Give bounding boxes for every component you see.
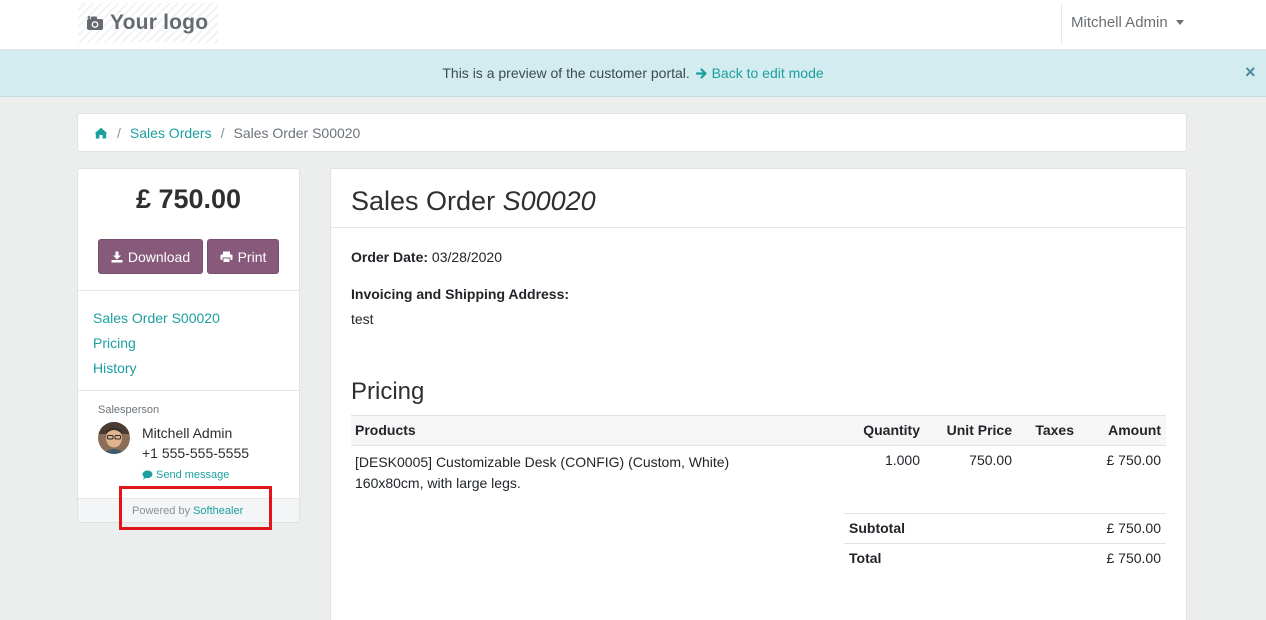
total-label: Total [849, 550, 882, 566]
avatar [98, 422, 130, 454]
logo[interactable]: Your logo [78, 3, 218, 43]
back-to-edit-label: Back to edit mode [711, 65, 824, 81]
logo-text: Your logo [110, 11, 209, 34]
send-message-label: Send message [156, 469, 230, 481]
breadcrumb-current: Sales Order S00020 [233, 124, 361, 141]
subtotal-value: £ 750.00 [1106, 520, 1162, 536]
download-label: Download [127, 248, 191, 265]
salesperson-phone: +1 555-555-5555 [142, 445, 250, 461]
divider [78, 290, 299, 291]
send-message-link[interactable]: Send message [142, 469, 229, 481]
table-of-contents: Sales Order S00020 Pricing History [93, 306, 220, 381]
order-detail-card: Sales Order S00020 Order Date: 03/28/202… [330, 168, 1187, 620]
download-icon [111, 251, 123, 262]
column-header-taxes: Taxes [1035, 422, 1074, 438]
line-quantity: 1.000 [884, 452, 920, 468]
line-amount: £ 750.00 [1106, 452, 1162, 468]
breadcrumb-separator: / [117, 124, 121, 141]
print-button[interactable]: Print [207, 239, 279, 274]
print-icon [220, 251, 233, 263]
page-title: Sales Order S00020 [351, 186, 596, 217]
toc-link-history[interactable]: History [93, 356, 220, 381]
line-unit-price: 750.00 [969, 452, 1012, 468]
divider [78, 390, 299, 391]
line-product: [DESK0005] Customizable Desk (CONFIG) (C… [355, 454, 730, 491]
order-number: S00020 [502, 186, 596, 216]
address-value: test [351, 311, 374, 327]
user-name: Mitchell Admin [1071, 14, 1168, 31]
column-header-quantity: Quantity [863, 422, 920, 438]
breadcrumb-sales-orders[interactable]: Sales Orders [130, 125, 212, 141]
address-label-text: Invoicing and Shipping Address: [351, 286, 570, 302]
comment-icon [142, 470, 153, 480]
subtotal-label: Subtotal [849, 520, 905, 536]
column-header-amount: Amount [1108, 422, 1161, 438]
salesperson-name: Mitchell Admin [142, 425, 233, 441]
divider [844, 543, 1166, 544]
pricing-heading: Pricing [351, 378, 425, 405]
address-label: Invoicing and Shipping Address: [351, 286, 569, 302]
column-header-products: Products [355, 422, 416, 438]
title-prefix: Sales Order [351, 186, 496, 216]
print-label: Print [237, 248, 267, 265]
table-header: Products Quantity Unit Price Taxes Amoun… [351, 415, 1166, 446]
order-date: Order Date: 03/28/2020 [351, 249, 502, 265]
total-value: £ 750.00 [1106, 550, 1162, 566]
order-date-value: 03/28/2020 [431, 249, 502, 265]
navbar-divider [1061, 4, 1062, 44]
toc-link-pricing[interactable]: Pricing [93, 331, 220, 356]
caret-down-icon [1175, 20, 1184, 25]
home-icon[interactable] [94, 127, 108, 139]
user-menu-dropdown[interactable]: Mitchell Admin [1071, 14, 1184, 31]
powered-by-footer: Powered by Softhealer [78, 498, 299, 522]
arrow-right-icon [695, 68, 707, 79]
download-button[interactable]: Download [98, 239, 203, 274]
order-date-label: Order Date: [351, 249, 429, 265]
card-header: Sales Order S00020 [331, 169, 1186, 228]
powered-by-label: Powered by [132, 504, 191, 517]
salesperson-label: Salesperson [98, 404, 160, 416]
camera-icon [87, 16, 103, 30]
banner-text: This is a preview of the customer portal… [442, 65, 690, 81]
divider [844, 513, 1166, 514]
toc-link-sales-order[interactable]: Sales Order S00020 [93, 306, 220, 331]
breadcrumb: / Sales Orders / Sales Order S00020 [77, 113, 1187, 152]
softhealer-link[interactable]: Softhealer [193, 505, 243, 517]
breadcrumb-separator: / [220, 124, 225, 141]
top-navbar: Your logo Mitchell Admin [0, 0, 1266, 50]
banner-message: This is a preview of the customer portal… [0, 65, 1266, 81]
back-to-edit-link[interactable]: Back to edit mode [694, 65, 824, 81]
order-sidebar: £ 750.00 Download Print Sales Order S000… [77, 168, 300, 523]
preview-banner: This is a preview of the customer portal… [0, 50, 1266, 97]
order-amount: £ 750.00 [135, 184, 242, 214]
column-header-unit-price: Unit Price [946, 422, 1012, 438]
close-icon[interactable]: × [1245, 63, 1256, 81]
